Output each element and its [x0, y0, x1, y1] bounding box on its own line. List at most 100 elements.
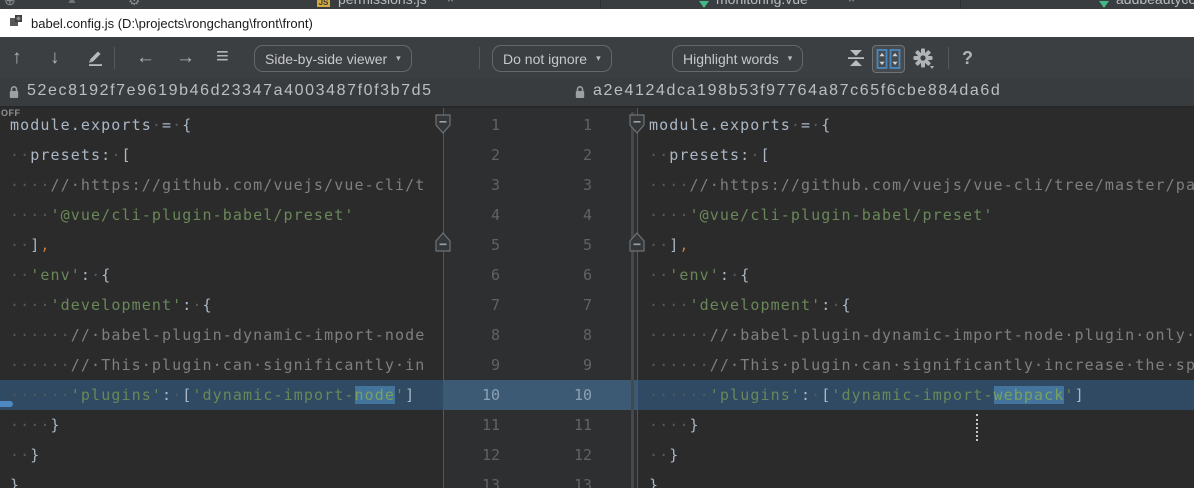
code-token: {: [182, 116, 192, 134]
revision-header: 52ec8192f7e9619b46d23347a4003487f0f3b7d5…: [0, 78, 1194, 108]
code-token: {: [842, 296, 852, 314]
code-token: ····: [649, 206, 690, 224]
help-button[interactable]: ?: [962, 48, 973, 69]
left-line-number: 9: [443, 350, 500, 380]
code-line-13[interactable]: }: [0, 470, 443, 488]
fold-marker-up[interactable]: [435, 232, 451, 252]
code-token: ······: [10, 386, 71, 404]
previous-change-button[interactable]: ↑: [12, 48, 22, 67]
ignore-policy-label: Do not ignore: [503, 51, 587, 67]
settings-gear-icon[interactable]: [912, 47, 936, 76]
code-line-9[interactable]: ······//·This·plugin·can·significantly·i…: [637, 350, 1194, 380]
code-token: }: [51, 416, 61, 434]
right-revision-hash: a2e4124dca198b53f97764a87c65f6cbe884da6d: [593, 82, 1001, 100]
collapse-unchanged-icon[interactable]: [846, 47, 866, 74]
gutter-row-3: 33: [443, 170, 637, 200]
code-line-3[interactable]: ····//·https://github.com/vuejs/vue-cli/…: [0, 170, 443, 200]
close-icon[interactable]: ×: [1185, 0, 1192, 6]
code-token: ··: [649, 446, 669, 464]
fold-marker-down[interactable]: [629, 114, 645, 134]
code-token: '@vue/cli-plugin-babel/preset': [690, 206, 994, 224]
code-line-1[interactable]: module.exports·=·{: [637, 110, 1194, 140]
code-line-6[interactable]: ··'env':·{: [0, 260, 443, 290]
fold-marker-down[interactable]: [435, 114, 451, 134]
code-line-4[interactable]: ····'@vue/cli-plugin-babel/preset': [637, 200, 1194, 230]
code-line-13[interactable]: }: [637, 470, 1194, 488]
code-token: //·This·plugin·can·significantly·in: [71, 356, 426, 374]
code-token: '@vue/cli-plugin-babel/preset': [51, 206, 355, 224]
code-token: module.exports: [10, 116, 152, 134]
sync-scrolling-toggle[interactable]: [872, 45, 905, 73]
right-editor-pane[interactable]: module.exports·=·{··presets:·[····//·htt…: [637, 108, 1194, 488]
code-token: ·: [791, 116, 801, 134]
tab-monitoring[interactable]: monitoring.vue: [716, 0, 808, 7]
tab-separator: [960, 0, 961, 9]
code-line-8[interactable]: ······//·babel-plugin-dynamic-import-nod…: [637, 320, 1194, 350]
code-token: ,: [40, 236, 50, 254]
code-token: ·: [811, 386, 821, 404]
code-token: :: [801, 386, 811, 404]
code-token: 'env': [30, 266, 81, 284]
code-line-11[interactable]: ····}: [0, 410, 443, 440]
code-token: ·: [152, 116, 162, 134]
viewer-mode-dropdown[interactable]: Side-by-side viewer ▾: [254, 45, 412, 72]
code-token: ··: [10, 266, 30, 284]
left-editor-pane[interactable]: module.exports·=·{··presets:·[····//·htt…: [0, 108, 443, 488]
code-token: ····: [10, 206, 51, 224]
code-token: 'development': [51, 296, 183, 314]
fold-marker-up[interactable]: [629, 232, 645, 252]
js-file-icon: JS: [317, 0, 330, 7]
code-token: ··: [10, 446, 30, 464]
changed-word: webpack: [994, 386, 1065, 404]
code-token: 'plugins': [71, 386, 162, 404]
code-line-2[interactable]: ··presets:·[: [0, 140, 443, 170]
code-token: ··: [649, 146, 669, 164]
window-title-bar: babel.config.js (D:\projects\rongchang\f…: [0, 9, 1194, 38]
left-line-number: 2: [443, 140, 500, 170]
code-line-7[interactable]: ····'development':·{: [637, 290, 1194, 320]
forward-button[interactable]: →: [176, 48, 195, 67]
menu-icon[interactable]: ≡: [216, 46, 229, 65]
gear-icon-small[interactable]: ⚙: [128, 0, 141, 9]
toolbar-separator: [114, 47, 115, 69]
highlight-mode-dropdown[interactable]: Highlight words ▾: [672, 45, 803, 72]
back-button[interactable]: ←: [136, 48, 155, 67]
code-line-8[interactable]: ······//·babel-plugin-dynamic-import-nod…: [0, 320, 443, 350]
code-line-10[interactable]: ······'plugins':·['dynamic-import-node']: [0, 380, 443, 410]
edit-source-icon[interactable]: [86, 47, 104, 72]
tab-permissions[interactable]: permissions.js: [338, 0, 427, 7]
code-token: :: [182, 296, 192, 314]
code-line-4[interactable]: ····'@vue/cli-plugin-babel/preset': [0, 200, 443, 230]
chevron-down-icon: ▾: [596, 53, 601, 64]
right-line-number: 5: [500, 230, 592, 260]
code-token: {: [821, 116, 831, 134]
diff-toolbar: ↑ ↓ ← → ≡ Side-by-side viewer ▾ Do not i…: [0, 37, 1194, 78]
left-line-number: 7: [443, 290, 500, 320]
code-token: ·: [831, 296, 841, 314]
code-line-5[interactable]: ··],: [637, 230, 1194, 260]
code-line-9[interactable]: ······//·This·plugin·can·significantly·i…: [0, 350, 443, 380]
tab-addbeautycourtyard[interactable]: addbeautycourtyard.vue: [1116, 0, 1194, 7]
close-icon[interactable]: ×: [447, 0, 454, 6]
code-line-12[interactable]: ··}: [637, 440, 1194, 470]
code-line-11[interactable]: ····}: [637, 410, 1194, 440]
code-line-7[interactable]: ····'development':·{: [0, 290, 443, 320]
code-line-12[interactable]: ··}: [0, 440, 443, 470]
code-line-6[interactable]: ··'env':·{: [637, 260, 1194, 290]
next-change-button[interactable]: ↓: [50, 48, 60, 67]
close-icon[interactable]: ×: [848, 0, 855, 6]
code-line-2[interactable]: ··presets:·[: [637, 140, 1194, 170]
ignore-policy-dropdown[interactable]: Do not ignore ▾: [492, 45, 612, 72]
plus-circle-icon[interactable]: ⊕: [4, 0, 16, 9]
tab-separator: [600, 0, 601, 9]
code-line-5[interactable]: ··],: [0, 230, 443, 260]
code-line-10[interactable]: ······'plugins':·['dynamic-import-webpac…: [637, 380, 1194, 410]
code-line-3[interactable]: ····//·https://github.com/vuejs/vue-cli/…: [637, 170, 1194, 200]
right-editor-scrollbar[interactable]: [631, 112, 634, 488]
code-token: ····: [649, 416, 690, 434]
code-token: [: [821, 386, 831, 404]
up-triangle-icon[interactable]: ▲: [66, 0, 78, 6]
code-token: //·This·plugin·can·significantly·increas…: [710, 356, 1194, 374]
code-token: ,: [679, 236, 689, 254]
code-line-1[interactable]: module.exports·=·{: [0, 110, 443, 140]
